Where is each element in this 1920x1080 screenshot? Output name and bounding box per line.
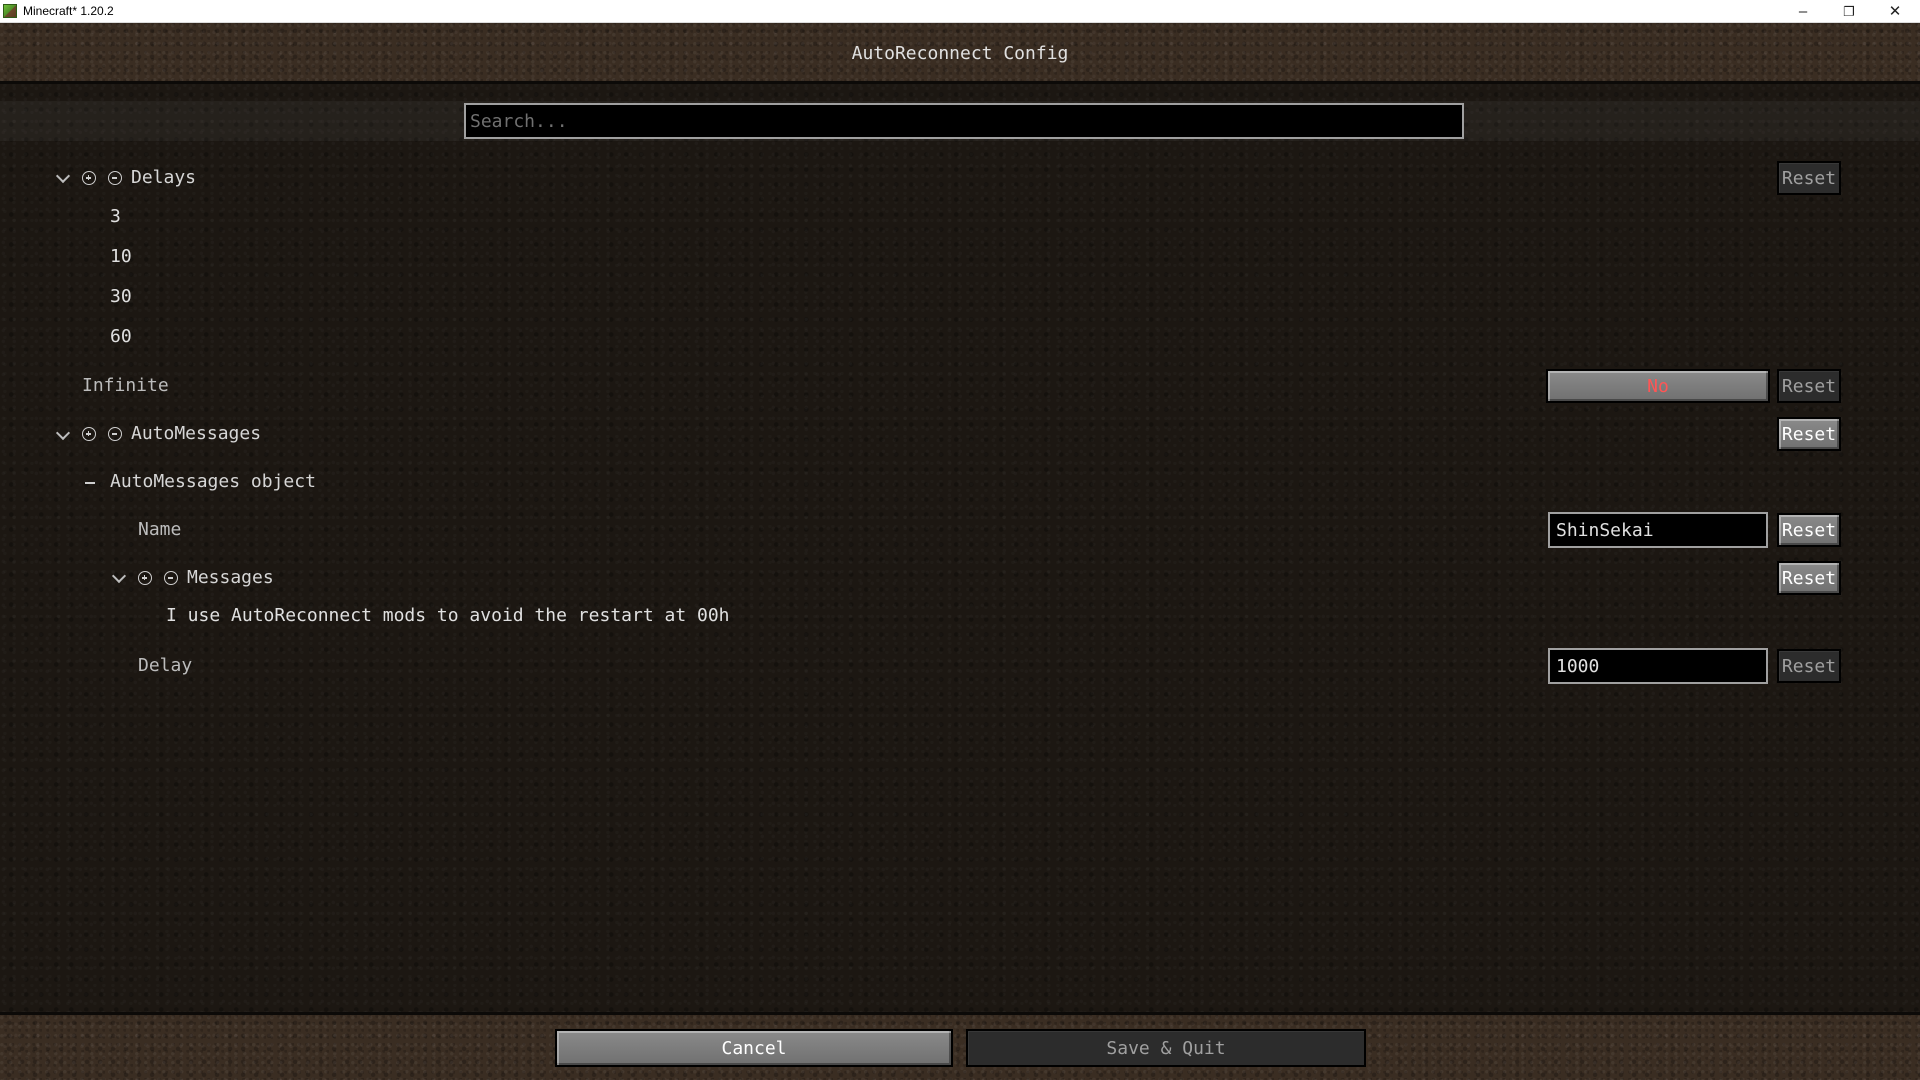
search-input[interactable] xyxy=(464,103,1464,139)
name-field[interactable]: ShinSekai xyxy=(1548,512,1768,548)
automessages-reset-button[interactable]: Reset xyxy=(1777,417,1841,451)
messages-label: Messages xyxy=(187,567,274,588)
restore-button[interactable]: ❐ xyxy=(1826,0,1872,23)
infinite-label: Infinite xyxy=(82,375,169,396)
collapse-icon[interactable] xyxy=(85,482,95,484)
remove-entry-icon[interactable] xyxy=(108,427,122,441)
infinite-reset-button[interactable]: Reset xyxy=(1777,369,1841,403)
delays-reset-button[interactable]: Reset xyxy=(1777,161,1841,195)
infinite-toggle-button[interactable]: No xyxy=(1546,369,1770,403)
minimize-button[interactable]: – xyxy=(1780,0,1826,23)
screen-title: AutoReconnect Config xyxy=(851,43,1069,64)
delay-reset-button[interactable]: Reset xyxy=(1777,649,1841,683)
minecraft-grass-block-icon xyxy=(3,4,17,18)
save-and-quit-button[interactable]: Save & Quit xyxy=(966,1029,1366,1067)
add-entry-icon[interactable] xyxy=(82,427,96,441)
delay-entry[interactable]: 3 xyxy=(110,206,121,228)
delay-entry[interactable]: 10 xyxy=(110,246,132,268)
add-entry-icon[interactable] xyxy=(138,571,152,585)
remove-entry-icon[interactable] xyxy=(164,571,178,585)
window-title: Minecraft* 1.20.2 xyxy=(23,4,114,18)
automessages-object-label: AutoMessages object xyxy=(110,471,316,492)
cancel-button[interactable]: Cancel xyxy=(555,1029,953,1067)
message-entry[interactable]: I use AutoReconnect mods to avoid the re… xyxy=(166,605,730,627)
name-label: Name xyxy=(138,519,182,540)
delay-field[interactable]: 1000 xyxy=(1548,648,1768,684)
messages-reset-button[interactable]: Reset xyxy=(1777,561,1841,595)
delay-entry[interactable]: 60 xyxy=(110,326,132,348)
delays-label: Delays xyxy=(131,167,197,188)
footer-background xyxy=(0,1015,1920,1080)
add-entry-icon[interactable] xyxy=(82,171,96,185)
delay-entry[interactable]: 30 xyxy=(110,286,132,308)
window-titlebar: Minecraft* 1.20.2 – ❐ ✕ xyxy=(0,0,1920,23)
name-reset-button[interactable]: Reset xyxy=(1777,513,1841,547)
delay-label: Delay xyxy=(138,655,193,676)
remove-entry-icon[interactable] xyxy=(108,171,122,185)
infinite-toggle-value: No xyxy=(1647,375,1669,397)
close-button[interactable]: ✕ xyxy=(1872,0,1918,23)
config-list[interactable] xyxy=(0,84,1920,1014)
automessages-label: AutoMessages xyxy=(131,423,262,444)
